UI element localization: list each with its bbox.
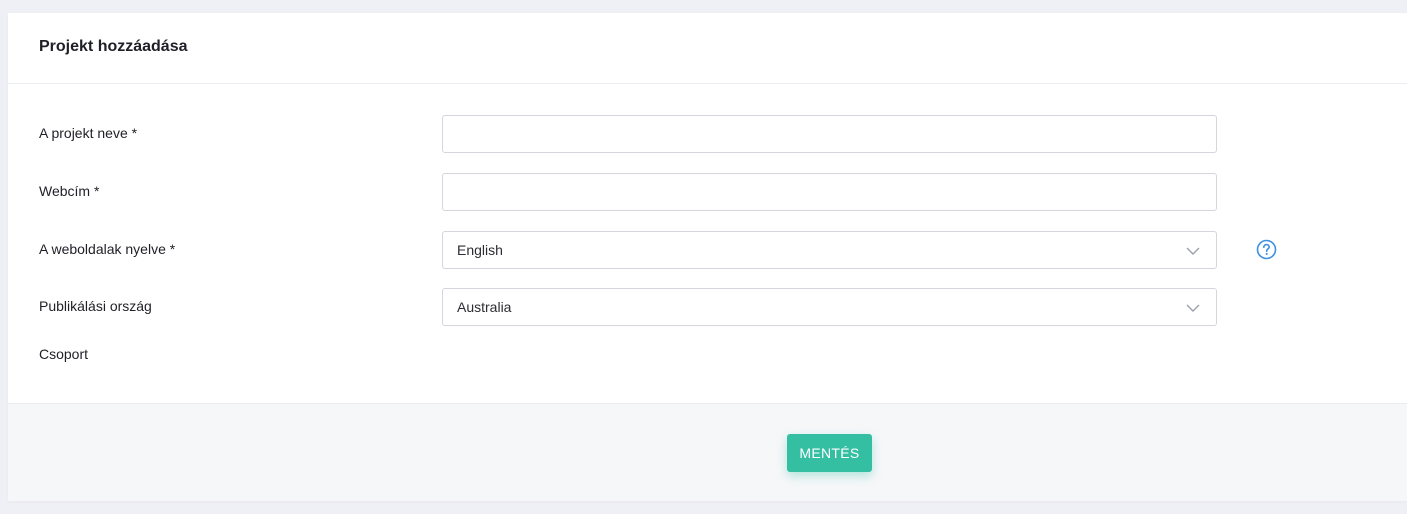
card-footer: MENTÉS [8, 403, 1407, 501]
project-name-label: A projekt neve * [39, 125, 138, 141]
project-name-input[interactable] [442, 115, 1217, 153]
web-address-input[interactable] [442, 173, 1217, 211]
language-row: A weboldalak nyelve * English [8, 231, 1407, 269]
project-form: A projekt neve * Webcím * A weboldalak n… [8, 84, 1407, 403]
country-selected-value: Australia [457, 299, 512, 315]
language-label: A weboldalak nyelve * [39, 241, 176, 257]
language-selected-value: English [457, 242, 503, 258]
language-select[interactable]: English [442, 231, 1217, 269]
project-name-row: A projekt neve * [8, 115, 1407, 153]
country-row: Publikálási ország Australia [8, 288, 1407, 326]
chevron-down-icon [1186, 304, 1200, 312]
web-address-row: Webcím * [8, 173, 1407, 211]
country-select[interactable]: Australia [442, 288, 1217, 326]
save-button[interactable]: MENTÉS [787, 434, 872, 472]
group-label: Csoport [39, 346, 89, 362]
country-label: Publikálási ország [39, 298, 152, 314]
card-header: Projekt hozzáadása [8, 13, 1407, 84]
question-circle-icon[interactable] [1256, 239, 1277, 260]
chevron-down-icon [1186, 247, 1200, 255]
group-row: Csoport [8, 336, 1407, 374]
add-project-card: Projekt hozzáadása A projekt neve * Webc… [8, 13, 1407, 501]
web-address-label: Webcím * [39, 183, 100, 199]
page-title: Projekt hozzáadása [39, 38, 188, 55]
